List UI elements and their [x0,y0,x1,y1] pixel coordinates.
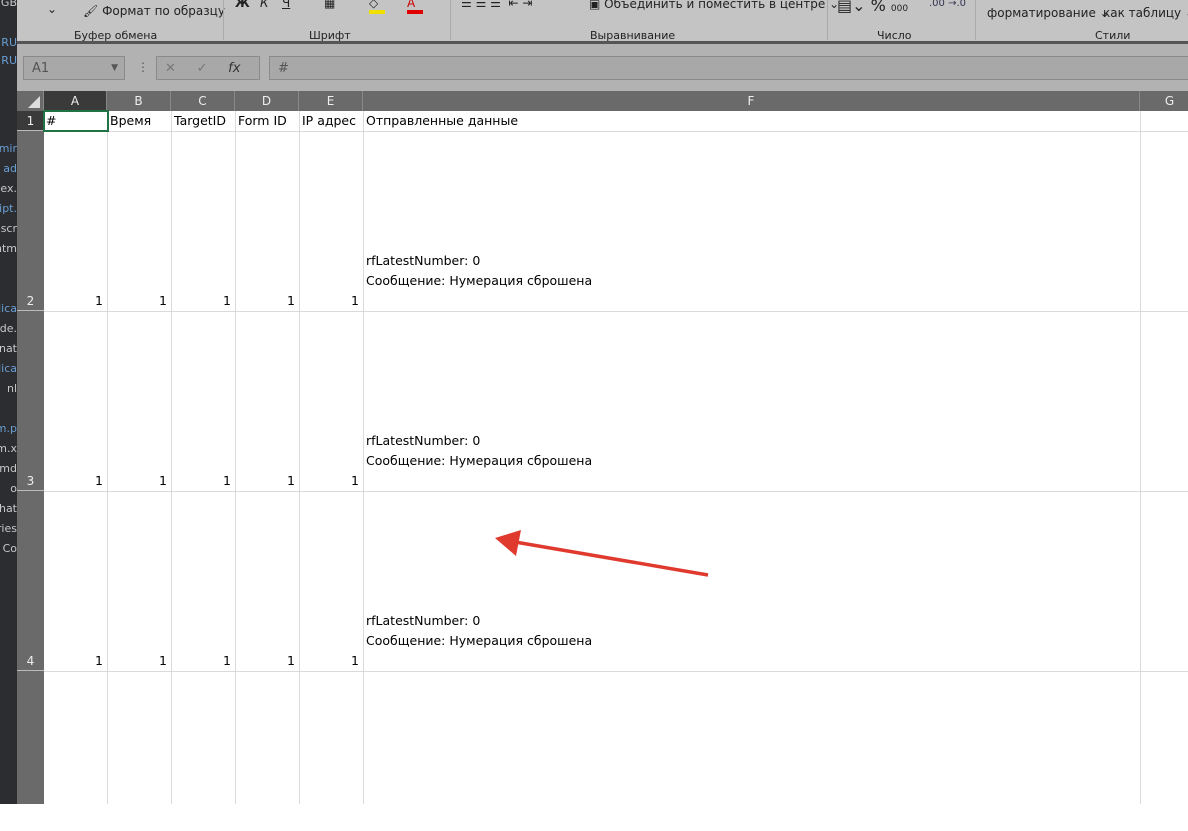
red-arrow-annotation [495,530,709,577]
